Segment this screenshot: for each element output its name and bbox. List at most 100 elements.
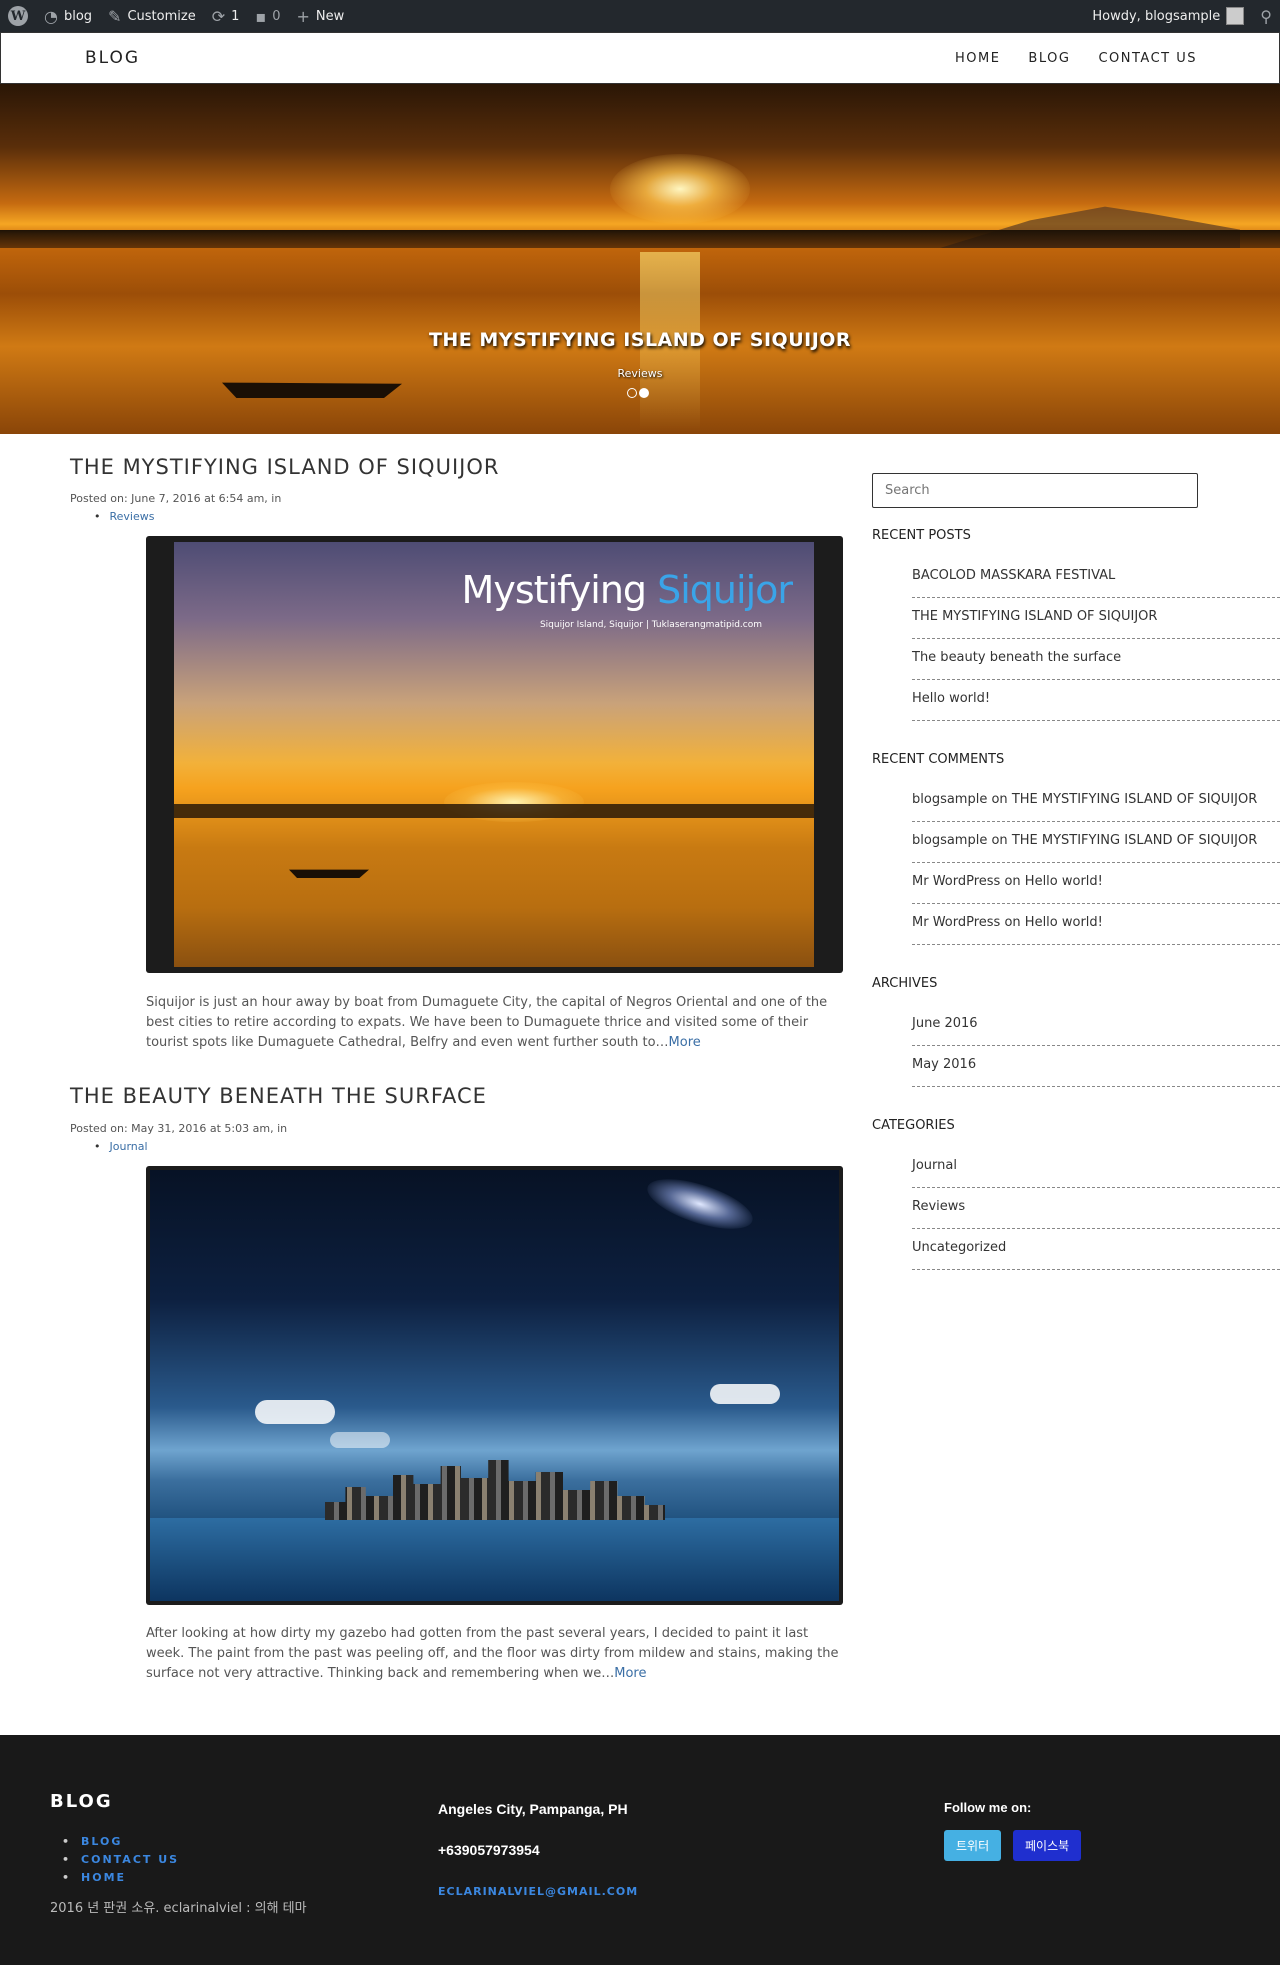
comment-on: on	[987, 833, 1012, 848]
post-featured-image[interactable]	[146, 1166, 843, 1605]
hero-title[interactable]: THE MYSTIFYING ISLAND OF SIQUIJOR	[0, 329, 1280, 351]
site-name-link[interactable]: ◔ blog	[36, 0, 100, 32]
archive-link[interactable]: June 2016	[912, 1005, 1280, 1046]
image-sea	[150, 1518, 839, 1601]
hero-slider[interactable]: THE MYSTIFYING ISLAND OF SIQUIJOR Review…	[0, 84, 1280, 434]
image-brand-highlight: Siquijor	[657, 568, 793, 612]
post-meta: Posted on: May 31, 2016 at 5:03 am, in	[70, 1122, 288, 1135]
site-footer: BLOG BLOG CONTACT US HOME 2016 년 판권 소유. …	[0, 1735, 1280, 1965]
image-brand-subtitle: Siquijor Island, Siquijor | Tuklaserangm…	[539, 620, 762, 630]
post-excerpt: Siquijor is just an hour away by boat fr…	[146, 993, 846, 1053]
recent-post-link[interactable]: The beauty beneath the surface	[912, 639, 1280, 680]
account-menu[interactable]: Howdy, blogsample	[1084, 0, 1252, 32]
recent-comments-title: RECENT COMMENTS	[872, 752, 1005, 767]
post-featured-image[interactable]: Mystifying Siquijor Siquijor Island, Siq…	[146, 536, 843, 973]
search-input[interactable]	[872, 473, 1198, 508]
nav-home[interactable]: HOME	[955, 51, 1000, 66]
comment-on: on	[1000, 874, 1025, 889]
archives-title: ARCHIVES	[872, 976, 938, 991]
floating-city-image	[150, 1168, 839, 1601]
category-link[interactable]: Uncategorized	[912, 1229, 1280, 1270]
image-galaxy	[641, 1168, 759, 1240]
recent-post-link[interactable]: THE MYSTIFYING ISLAND OF SIQUIJOR	[912, 598, 1280, 639]
comment-post-link[interactable]: THE MYSTIFYING ISLAND OF SIQUIJOR	[1012, 833, 1257, 848]
recent-comment-item: blogsample on THE MYSTIFYING ISLAND OF S…	[912, 781, 1280, 822]
plus-icon: +	[296, 6, 310, 26]
post-excerpt-text: After looking at how dirty my gazebo had…	[146, 1626, 839, 1681]
slider-dot-active[interactable]	[639, 388, 649, 398]
site-header: BLOG HOME BLOG CONTACT US	[0, 32, 1280, 84]
comment-post-link[interactable]: Hello world!	[1025, 915, 1103, 930]
comment-author[interactable]: blogsample	[912, 792, 987, 807]
recent-comment-item: blogsample on THE MYSTIFYING ISLAND OF S…	[912, 822, 1280, 863]
categories-title: CATEGORIES	[872, 1118, 955, 1133]
category-link[interactable]: Reviews	[912, 1188, 1280, 1229]
site-name-label: blog	[63, 8, 93, 24]
image-cloud	[710, 1384, 780, 1404]
post-category-link[interactable]: Reviews	[94, 510, 155, 523]
footer-phone: +639057973954	[438, 1842, 540, 1858]
image-brand-word: Mystifying	[461, 568, 658, 612]
comments-link[interactable]: ▪ 0	[247, 0, 288, 32]
updates-count: 1	[231, 8, 240, 24]
post-meta: Posted on: June 7, 2016 at 6:54 am, in	[70, 492, 282, 505]
image-city	[325, 1460, 665, 1520]
footer-link-home[interactable]: HOME	[76, 1869, 179, 1887]
comment-post-link[interactable]: THE MYSTIFYING ISLAND OF SIQUIJOR	[1012, 792, 1257, 807]
footer-logo[interactable]: BLOG	[50, 1791, 113, 1812]
twitter-button[interactable]: 트위터	[944, 1830, 1002, 1861]
post-title[interactable]: THE BEAUTY BENEATH THE SURFACE	[70, 1084, 487, 1108]
customize-link[interactable]: ✎ Customize	[100, 0, 204, 32]
comment-author[interactable]: Mr WordPress	[912, 915, 1000, 930]
new-label: New	[315, 8, 345, 24]
admin-bar: W ◔ blog ✎ Customize ⟳ 1 ▪ 0 + New Howdy…	[0, 0, 1280, 32]
recent-post-link[interactable]: Hello world!	[912, 680, 1280, 721]
search-icon: ⚲	[1260, 6, 1272, 26]
slider-dots	[627, 388, 649, 398]
admin-search-button[interactable]: ⚲	[1252, 0, 1280, 32]
refresh-icon: ⟳	[211, 6, 226, 26]
nav-contact-us[interactable]: CONTACT US	[1098, 51, 1197, 66]
nav-blog[interactable]: BLOG	[1028, 51, 1070, 66]
dashboard-icon: ◔	[44, 6, 58, 26]
site-logo[interactable]: BLOG	[85, 48, 140, 68]
wordpress-logo-button[interactable]: W	[0, 0, 36, 32]
image-boat	[289, 869, 369, 878]
recent-comment-item: Mr WordPress on Hello world!	[912, 863, 1280, 904]
footer-link-blog[interactable]: BLOG	[76, 1833, 179, 1851]
new-content-link[interactable]: + New	[289, 0, 353, 32]
comment-on: on	[987, 792, 1012, 807]
sunset-image: Mystifying Siquijor Siquijor Island, Siq…	[174, 542, 814, 967]
read-more-link[interactable]: More	[614, 1666, 646, 1681]
post-title[interactable]: THE MYSTIFYING ISLAND OF SIQUIJOR	[70, 455, 499, 479]
recent-post-link[interactable]: BACOLOD MASSKARA FESTIVAL	[912, 557, 1280, 598]
facebook-button[interactable]: 페이스북	[1013, 1830, 1082, 1861]
image-cloud	[330, 1432, 390, 1448]
hero-category[interactable]: Reviews	[0, 367, 1280, 380]
comments-count: 0	[272, 8, 281, 24]
recent-comment-item: Mr WordPress on Hello world!	[912, 904, 1280, 945]
recent-posts-title: RECENT POSTS	[872, 528, 971, 543]
wordpress-icon: W	[8, 6, 28, 26]
category-link[interactable]: Journal	[912, 1147, 1280, 1188]
footer-link-contact-us[interactable]: CONTACT US	[76, 1851, 179, 1869]
footer-email-link[interactable]: ECLARINALVIEL@GMAIL.COM	[438, 1885, 638, 1898]
greeting-text: Howdy, blogsample	[1092, 8, 1221, 24]
post-category-link[interactable]: Journal	[94, 1140, 148, 1153]
comment-post-link[interactable]: Hello world!	[1025, 874, 1103, 889]
updates-link[interactable]: ⟳ 1	[204, 0, 248, 32]
hero-shoreline	[0, 230, 1280, 248]
comment-author[interactable]: blogsample	[912, 833, 987, 848]
image-brand-text: Mystifying Siquijor	[461, 568, 793, 612]
footer-copyright: 2016 년 판권 소유. eclarinalviel : 의해 테마	[50, 1901, 307, 1916]
archive-link[interactable]: May 2016	[912, 1046, 1280, 1087]
post-excerpt-text: Siquijor is just an hour away by boat fr…	[146, 995, 828, 1050]
read-more-link[interactable]: More	[669, 1035, 701, 1050]
footer-nav: BLOG CONTACT US HOME	[76, 1833, 179, 1887]
comment-author[interactable]: Mr WordPress	[912, 874, 1000, 889]
hero-sun	[610, 154, 750, 224]
image-shoreline	[174, 804, 814, 818]
slider-dot[interactable]	[627, 388, 637, 398]
footer-follow-label: Follow me on:	[944, 1800, 1032, 1815]
image-cloud	[255, 1400, 335, 1424]
